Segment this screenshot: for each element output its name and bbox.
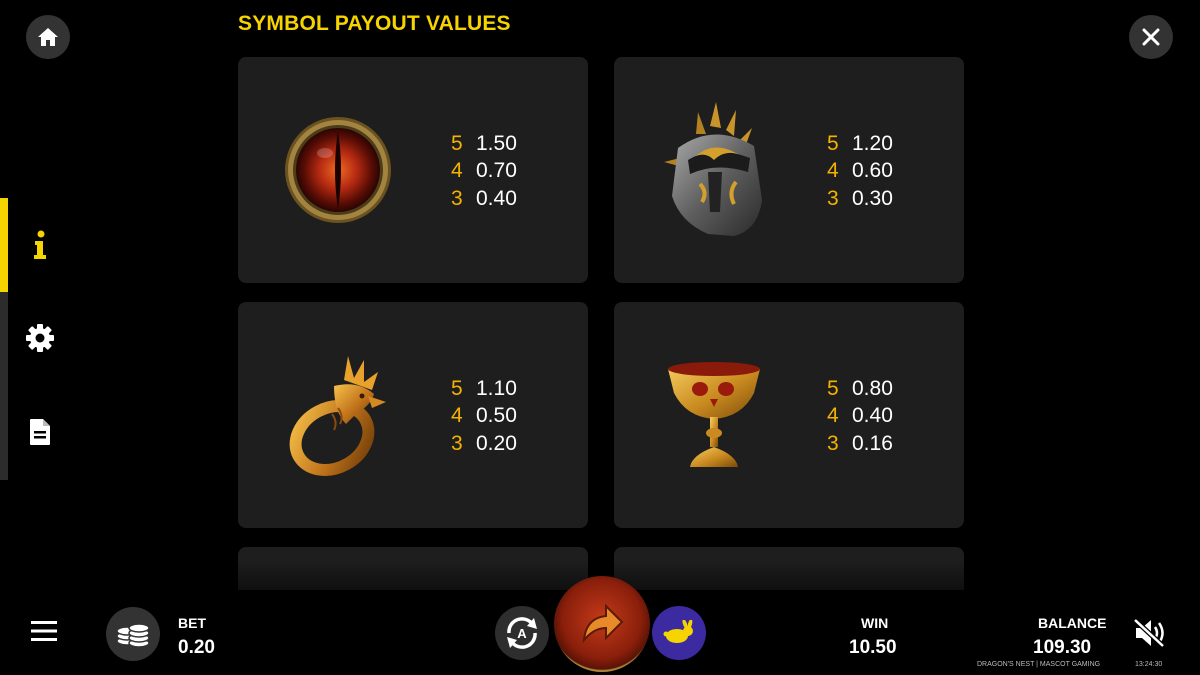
balance-label: BALANCE	[1038, 615, 1107, 631]
payout-value: 0.70	[476, 159, 517, 183]
sound-toggle-button[interactable]	[1133, 618, 1171, 652]
payout-card: 5 1.10 4 0.50 3 0.20	[238, 302, 588, 528]
sound-muted-icon	[1133, 618, 1165, 648]
payout-value: 0.30	[852, 186, 893, 210]
win-label: WIN	[861, 615, 889, 631]
nav-settings[interactable]	[20, 318, 60, 358]
payout-count: 3	[827, 186, 839, 210]
close-button[interactable]	[1129, 15, 1173, 59]
side-nav-active-indicator	[0, 198, 8, 292]
menu-button[interactable]	[30, 620, 66, 650]
payout-card: 5 0.80 4 0.40 3 0.16	[614, 302, 964, 528]
payout-value: 0.50	[476, 404, 517, 428]
payout-row: 4 0.50	[451, 403, 517, 431]
payout-value: 0.40	[476, 186, 517, 210]
payout-row: 5 1.20	[827, 130, 893, 158]
autoplay-icon: A	[507, 617, 537, 649]
dragon-eye-icon	[278, 90, 398, 250]
payout-row: 3 0.40	[451, 185, 517, 213]
payout-row: 4 0.60	[827, 158, 893, 186]
bet-value: 0.20	[178, 637, 215, 658]
home-button[interactable]	[26, 15, 70, 59]
payout-count: 4	[451, 404, 463, 428]
payout-value: 0.60	[852, 159, 893, 183]
spin-arrow-icon	[582, 604, 624, 644]
payout-count: 4	[827, 159, 839, 183]
payout-value: 1.10	[476, 376, 517, 400]
payout-value: 1.20	[852, 131, 893, 155]
coins-icon	[116, 623, 150, 648]
spin-button[interactable]	[554, 576, 650, 672]
clock-text: 13:24:30	[1135, 661, 1163, 668]
payout-count: 4	[451, 159, 463, 183]
page-title: SYMBOL PAYOUT VALUES	[238, 12, 511, 35]
payout-count: 5	[451, 131, 463, 155]
payout-row: 4 0.70	[451, 158, 517, 186]
turbo-button[interactable]	[652, 606, 706, 660]
payout-value: 0.16	[852, 431, 893, 455]
info-icon	[34, 230, 46, 259]
payout-count: 5	[827, 131, 839, 155]
payout-count: 3	[451, 186, 463, 210]
rabbit-icon	[663, 620, 693, 643]
payout-card: 5 1.20 4 0.60 3 0.30	[614, 57, 964, 283]
hamburger-icon	[31, 621, 57, 641]
bet-selector-button[interactable]	[106, 607, 160, 661]
payout-card: 5 1.50 4 0.70 3 0.40	[238, 57, 588, 283]
payout-value: 1.50	[476, 131, 517, 155]
payout-row: 5 1.10	[451, 375, 517, 403]
gear-icon	[26, 324, 54, 352]
balance-value: 109.30	[1033, 637, 1092, 658]
payout-row: 3 0.16	[827, 430, 893, 458]
payout-count: 3	[451, 431, 463, 455]
svg-text:A: A	[517, 626, 527, 641]
win-value: 10.50	[849, 637, 897, 658]
nav-info[interactable]	[20, 225, 60, 265]
document-icon	[30, 419, 50, 445]
skull-goblet-icon	[654, 335, 774, 495]
nav-rules[interactable]	[20, 412, 60, 452]
payout-count: 5	[451, 376, 463, 400]
payout-row: 4 0.40	[827, 403, 893, 431]
payout-value: 0.20	[476, 431, 517, 455]
payout-row: 5 1.50	[451, 130, 517, 158]
payout-count: 4	[827, 404, 839, 428]
payout-row: 5 0.80	[827, 375, 893, 403]
game-provider-text: DRAGON'S NEST | MASCOT GAMING	[977, 661, 1101, 668]
spiked-helmet-icon	[654, 90, 774, 250]
payout-value: 0.40	[852, 404, 893, 428]
close-icon	[1142, 28, 1160, 46]
payout-row: 3 0.30	[827, 185, 893, 213]
payout-count: 3	[827, 431, 839, 455]
autoplay-button[interactable]: A	[495, 606, 549, 660]
payout-value: 0.80	[852, 376, 893, 400]
payout-row: 3 0.20	[451, 430, 517, 458]
home-icon	[38, 28, 58, 46]
bet-label: BET	[178, 615, 206, 631]
dragon-ring-icon	[278, 335, 398, 495]
payout-count: 5	[827, 376, 839, 400]
